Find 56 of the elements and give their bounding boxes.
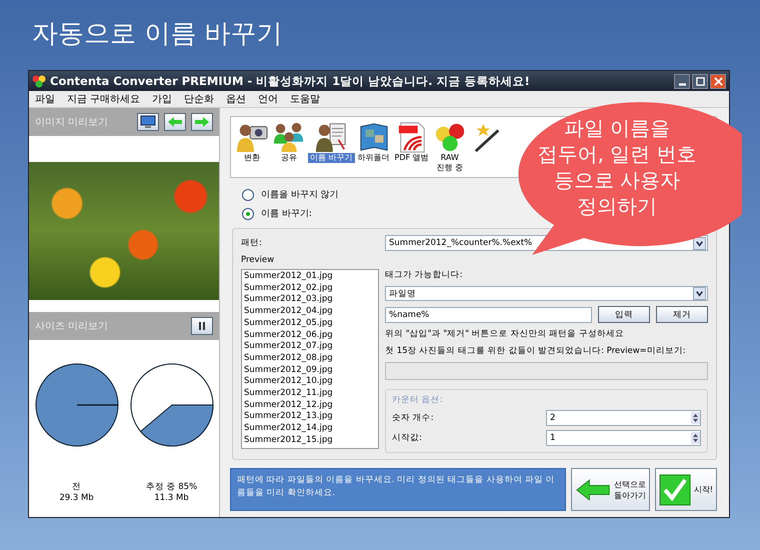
- tag-dropdown[interactable]: 파일명: [385, 286, 708, 301]
- file-name: Summer2012_15.jpg: [244, 434, 334, 447]
- file-name: Summer2012_14.jpg: [244, 423, 334, 435]
- number-field[interactable]: 1: [546, 430, 701, 446]
- counter-label: 시작값:: [392, 432, 422, 444]
- file-name: Summer2012_12.jpg: [244, 400, 334, 412]
- menu-item[interactable]: 언어: [258, 92, 278, 106]
- toolbar-tab[interactable]: RAW 진행 중: [434, 153, 465, 173]
- file-name: Summer2012_09.jpg: [244, 364, 334, 376]
- menu-item[interactable]: 단순화: [184, 92, 214, 106]
- file-name: Summer2012_06.jpg: [244, 330, 334, 342]
- panel-title: 사이즈 미리보기: [35, 320, 108, 333]
- pattern-label: 패턴:: [241, 237, 263, 249]
- file-name: Summer2012_02.jpg: [244, 282, 334, 294]
- window-title: Contenta Converter PREMIUM - 비활성화까지 1달이 남았습니다. 지금 등록하세요!: [50, 74, 531, 88]
- back-button[interactable]: 선택으로 돌아가기: [570, 468, 650, 511]
- page-heading: 자동으로 이름 바꾸기: [31, 18, 284, 51]
- menu-item[interactable]: 옵션: [226, 92, 246, 106]
- counter-title: 카운터 옵션:: [392, 394, 444, 406]
- tag-field[interactable]: %name%: [385, 306, 592, 322]
- file-name: Summer2012_08.jpg: [244, 352, 334, 365]
- file-name: Summer2012_10.jpg: [244, 376, 334, 388]
- size-label: 추정 중 85%: [146, 482, 198, 493]
- file-name: Summer2012_03.jpg: [244, 294, 334, 306]
- menu-item[interactable]: 도움말: [290, 92, 320, 106]
- file-name: Summer2012_07.jpg: [244, 341, 334, 353]
- start-button[interactable]: 시작!: [654, 468, 717, 511]
- tags-label: 태그가 가능합니다:: [385, 269, 464, 281]
- file-name: Summer2012_01.jpg: [244, 271, 334, 283]
- size-value: 11.3 Mb: [154, 493, 189, 504]
- file-name: Summer2012_05.jpg: [244, 318, 334, 330]
- callout-text: 파일 이름을 접두어, 일련 번호 등으로 사용자 정의하기: [537, 115, 697, 219]
- number-field[interactable]: 2: [546, 410, 701, 426]
- counter-label: 숫자 개수:: [392, 412, 434, 424]
- size-value: 29.3 Mb: [59, 493, 94, 504]
- file-name: Summer2012_13.jpg: [244, 411, 334, 424]
- panel-title: 이미지 미리보기: [35, 116, 108, 129]
- found-values-label: 첫 15장 사진들의 태그를 위한 값들이 발견되었습니다: Preview=미리보기:: [385, 345, 687, 357]
- menu-item[interactable]: 가입: [152, 92, 172, 106]
- toolbar-tab[interactable]: 공유: [279, 153, 299, 163]
- file-name: Summer2012_04.jpg: [244, 306, 334, 318]
- info-text: 패턴에 따라 파일들의 이름을 바꾸세요. 미리 정의된 태그들을 사용하여 파일 이름들을 미리 확인하세요.: [230, 468, 566, 511]
- toolbar-tab[interactable]: 이름 바꾸기: [308, 153, 355, 163]
- radio-label: 이름 바꾸기:: [261, 208, 312, 220]
- menu-item[interactable]: 지금 구매하세요: [67, 92, 140, 106]
- tag-button[interactable]: 입력: [598, 306, 650, 323]
- size-label: 전: [72, 482, 81, 493]
- toolbar-tab[interactable]: PDF 앨범: [392, 153, 431, 163]
- toolbar-tab[interactable]: 변환: [242, 153, 262, 163]
- toolbar-tab[interactable]: 하위폴더: [356, 153, 392, 163]
- menu-item[interactable]: 파일: [35, 92, 55, 106]
- preview-label: Preview: [241, 255, 276, 265]
- tag-button[interactable]: 제거: [656, 306, 708, 323]
- hint-text: 위의 "삽입"과 "제거" 버튼으로 자신만의 패턴을 구성하세요: [385, 328, 625, 340]
- file-name: Summer2012_11.jpg: [244, 388, 334, 400]
- radio-label: 이름을 바꾸지 않기: [261, 189, 339, 201]
